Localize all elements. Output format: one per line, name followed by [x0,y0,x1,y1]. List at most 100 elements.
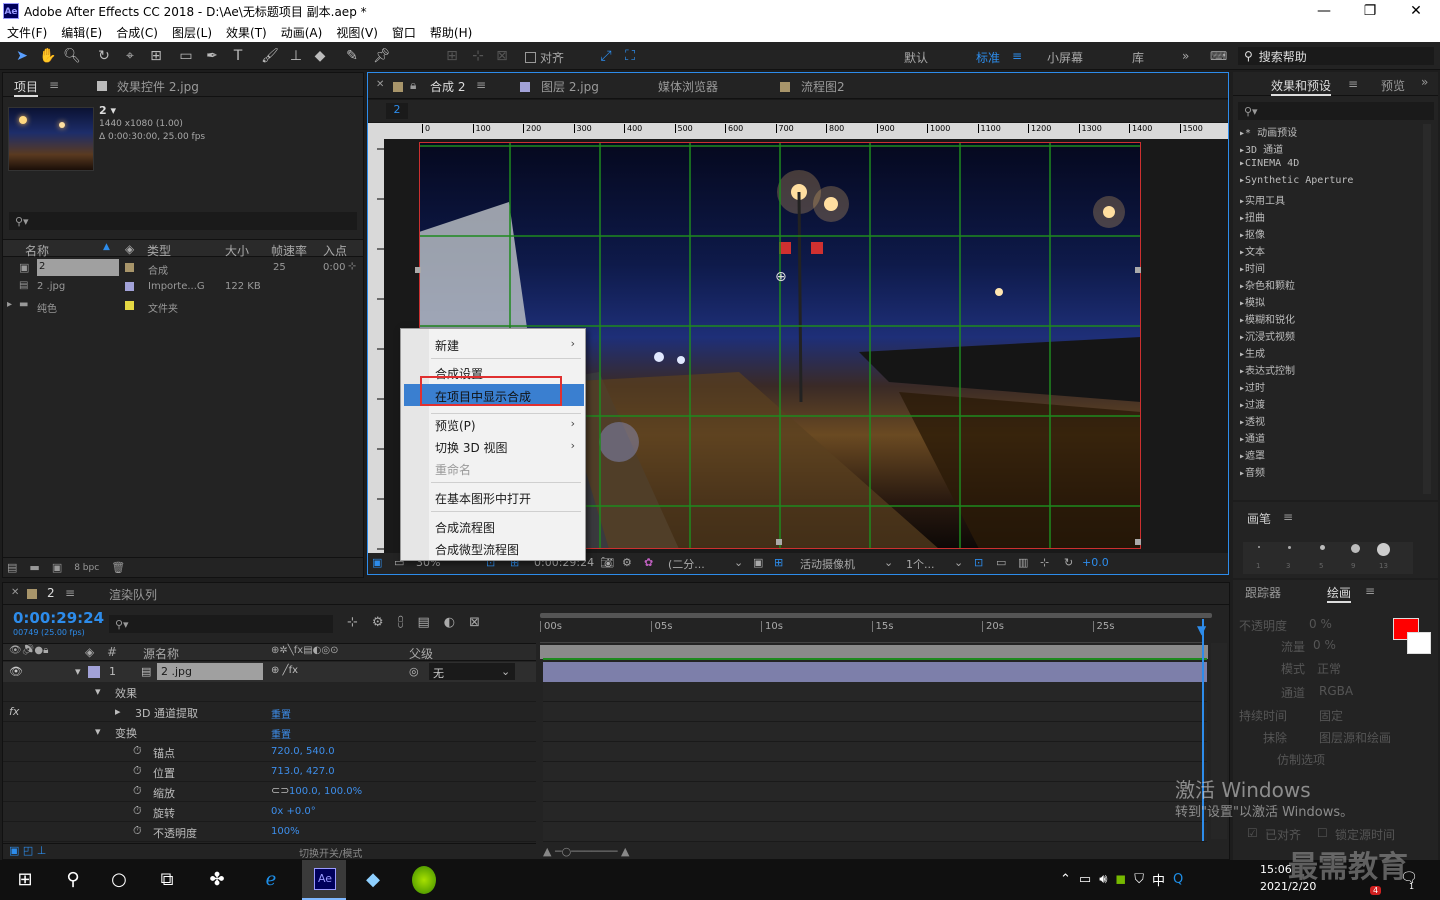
effect-category[interactable]: ▸通道 [1239,430,1265,445]
camera-select[interactable]: 活动摄像机 [800,556,855,572]
panel-menu-icon[interactable]: ≡ [1283,510,1293,524]
qq-icon[interactable]: Q [1173,872,1183,887]
prop-value[interactable]: 720.0, 540.0 [271,746,335,757]
effect-category[interactable]: ▸扭曲 [1239,209,1265,224]
new-folder-icon[interactable]: ▬ [29,561,39,574]
pinwheel-app-icon[interactable]: ✤ [204,868,230,892]
roto-brush-tool-icon[interactable]: ✎ [342,46,362,66]
rotate-tool-icon[interactable]: ↻ [94,46,114,66]
current-timecode[interactable]: 0:00:29:24 [13,609,104,627]
layer-duration-bar[interactable] [543,662,1207,682]
col-size[interactable]: 大小 [225,242,249,259]
effect-category[interactable]: ▸生成 [1239,345,1265,360]
layer-handle[interactable] [415,267,421,273]
tab-comp-timeline[interactable]: 2 [47,586,55,600]
shy-icon[interactable]: ⩉ [398,615,404,630]
reset-exposure-icon[interactable]: ↻ [1064,556,1073,569]
show-snapshot-icon[interactable]: ⚙ [622,556,632,569]
background-color-swatch[interactable] [1407,632,1431,654]
snap-checkbox[interactable] [525,52,536,63]
sort-ascending-icon[interactable]: ▲ [103,242,110,252]
bpc-label[interactable]: 8 bpc [74,563,99,573]
pickwhip-icon[interactable]: ◎ [409,665,419,678]
channel-icon[interactable]: ✿ [644,556,653,569]
zoom-tool-icon[interactable]: 🔍︎ [62,46,82,66]
workspace-small-screen[interactable]: 小屏幕 [1047,49,1083,66]
menu-item-comp-mini-flowchart[interactable]: 合成微型流程图 [401,538,585,558]
dropdown-arrow-icon[interactable]: ▾ [111,104,117,117]
chevron-down-icon[interactable]: ⌄ [954,556,963,569]
label-color[interactable] [125,263,134,272]
effect-category[interactable]: ▸模拟 [1239,294,1265,309]
toggle-view-icon[interactable]: ⊡ [974,556,983,569]
tab-effects-presets[interactable]: 效果和预设 [1271,77,1332,96]
brush-tip[interactable] [1377,543,1390,556]
prop-opacity[interactable]: ⏱︎ 不透明度 100% [3,822,536,842]
network-icon[interactable]: ▭ [1079,872,1091,887]
expand-arrow-icon[interactable]: ▾ [95,725,101,738]
chevron-down-icon[interactable]: ⌄ [734,556,743,569]
search-icon[interactable]: ⚲ [60,868,86,892]
reset-link[interactable]: 重置 [271,726,291,741]
snap-toggle[interactable]: 对齐 [525,49,564,66]
playhead-handle-icon[interactable]: ▼ [1197,623,1206,637]
effect-category[interactable]: ▸抠像 [1239,226,1265,241]
effect-category[interactable]: ▸文本 [1239,243,1265,258]
more-workspaces-icon[interactable]: » [1182,49,1189,63]
lock-source-checkbox[interactable]: ☐ [1317,826,1328,840]
tab-preview[interactable]: 预览 [1381,77,1405,94]
opacity-value[interactable]: 0 % [1309,617,1332,631]
col-name[interactable]: 名称 [25,242,49,259]
pen-tool-icon[interactable]: ✒ [202,46,222,66]
label-color[interactable] [88,666,100,678]
effect-category[interactable]: ▸表达式控制 [1239,362,1295,377]
col-type[interactable]: 类型 [147,242,171,259]
graph-editor-icon[interactable]: ⊠ [469,615,480,630]
snapshot-icon[interactable]: 📷︎ [600,556,614,569]
chart-icon[interactable]: ▥ [1018,556,1028,569]
duration-select[interactable]: 固定 [1319,707,1343,724]
effect-category[interactable]: ▸CINEMA 4D [1239,158,1299,169]
flow-value[interactable]: 0 % [1313,638,1336,652]
tab-tracker[interactable]: 跟踪器 [1245,584,1281,601]
flowchart-icon[interactable]: ⊹ [1040,556,1049,569]
tab-paint[interactable]: 绘画 [1327,584,1352,603]
anchor-point-icon[interactable]: ⊕ [775,269,787,285]
app-icon[interactable] [412,866,436,894]
work-area-range[interactable] [540,645,1208,659]
channel-select[interactable]: RGBA [1319,684,1353,698]
panel-menu-icon[interactable]: ≡ [65,586,75,600]
layer-handle[interactable] [1135,539,1141,545]
puppet-tool-icon[interactable]: 📌︎ [372,46,392,66]
frame-blending-icon[interactable]: ▤ [417,615,429,630]
col-parent[interactable]: 父级 [409,645,433,662]
chevron-down-icon[interactable]: ⌄ [884,556,893,569]
panel-menu-icon[interactable]: ≡ [1365,584,1375,598]
collapse-arrow-icon[interactable]: ▾ [75,665,81,678]
item-name[interactable]: 2 [37,259,119,276]
text-tool-icon[interactable]: T [228,46,248,66]
col-fps[interactable]: 帧速率 [271,242,307,259]
erase-select[interactable]: 图层源和绘画 [1319,729,1391,746]
effect-category[interactable]: ▸* 动画预设 [1239,124,1297,139]
expand-arrow-icon[interactable]: ▸ [115,705,121,718]
prop-3d-channel-extract[interactable]: fx ▸ 3D 通道提取 重置 [3,702,536,722]
chevron-down-icon[interactable]: ⌄ [501,665,510,678]
panel-menu-icon[interactable]: ≡ [49,78,59,92]
draft-3d-icon[interactable]: ⚙ [372,615,384,630]
menu-edit[interactable]: 编辑(E) [54,22,109,41]
prop-rotation[interactable]: ⏱︎ 旋转 0x +0.0° [3,802,536,822]
effect-category[interactable]: ▸Synthetic Aperture [1239,175,1353,186]
taskbar-ae-button[interactable]: Ae [302,860,346,900]
menu-item-preview[interactable]: 预览(P) › [401,414,585,434]
menu-effect[interactable]: 效果(T) [219,22,274,41]
menu-animation[interactable]: 动画(A) [274,22,330,41]
tab-render-queue[interactable]: 渲染队列 [109,586,157,603]
close-icon[interactable]: ✕ [1402,2,1430,20]
exposure-value[interactable]: +0.0 [1082,556,1109,569]
hand-tool-icon[interactable]: ✋ [38,46,58,66]
panel-menu-icon[interactable]: ≡ [476,78,486,92]
toggle-switches-modes[interactable]: 切换开关/模式 [299,845,362,860]
stopwatch-icon[interactable]: ⏱︎ [133,764,142,778]
tab-media-browser[interactable]: 媒体浏览器 [658,78,718,95]
